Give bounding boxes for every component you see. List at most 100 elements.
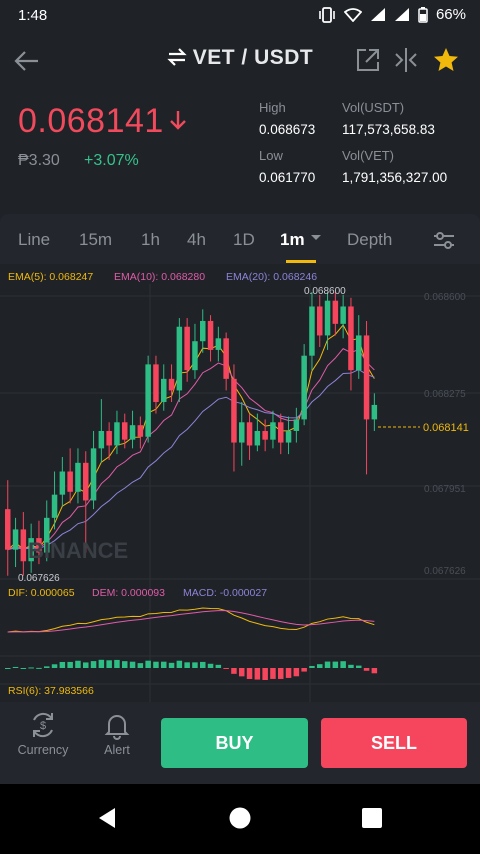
price-summary: 0.068141 ₱3.30 +3.07% High 0.068673 Low …	[0, 90, 480, 210]
bell-icon	[104, 715, 130, 740]
signal-icon-2	[394, 8, 409, 21]
macd-bar	[207, 663, 214, 668]
compare-icon[interactable]	[392, 46, 420, 74]
dropdown-caret-icon	[310, 235, 321, 240]
macd-bar	[200, 661, 206, 668]
candle-body	[270, 422, 276, 440]
tab-4h[interactable]: 4h	[187, 230, 206, 250]
wifi-icon	[343, 7, 362, 22]
nav-home-icon[interactable]	[228, 806, 252, 830]
favorite-star-icon[interactable]	[432, 46, 460, 74]
vol-vet-label: Vol(VET)	[342, 148, 395, 163]
candle-body	[246, 422, 253, 446]
nav-back-icon[interactable]	[95, 806, 119, 830]
candle-body	[168, 378, 175, 391]
price-change: +3.07%	[84, 152, 139, 169]
bottom-action-bar: $ Currency Alert BUY SELL	[0, 702, 480, 784]
macd-bar	[254, 668, 261, 680]
macd-bar	[5, 668, 11, 669]
tab-depth[interactable]: Depth	[347, 230, 392, 250]
tab-line[interactable]: Line	[18, 230, 50, 250]
macd-bar	[285, 668, 292, 678]
candle-body	[371, 404, 378, 420]
external-link-icon[interactable]	[354, 46, 382, 74]
macd-bar	[270, 668, 276, 679]
macd-bar	[262, 668, 268, 680]
candle-body	[239, 422, 245, 443]
tab-1m[interactable]: 1m	[280, 230, 322, 250]
candle-body	[285, 430, 292, 443]
macd-bar	[168, 662, 175, 668]
macd-bar	[75, 660, 81, 668]
macd-bar	[90, 661, 97, 668]
kline-svg[interactable]: BINANCE 0.068141 0.068600 0.068275 0.067…	[0, 264, 480, 702]
macd-bar	[332, 661, 339, 668]
candle-body	[293, 419, 300, 431]
candle-body	[153, 364, 159, 403]
rsi-legend: RSI(6): 37.983566	[8, 685, 94, 697]
macd-bar	[51, 664, 58, 668]
interval-tabs: Line 15m 1h 4h 1D 1m Depth	[0, 214, 480, 264]
macd-bar	[36, 667, 42, 669]
battery-percent: 66%	[435, 6, 466, 23]
macd-bar	[83, 662, 89, 668]
tab-1d[interactable]: 1D	[233, 230, 255, 250]
candle-body	[340, 306, 346, 324]
status-time: 1:48	[18, 7, 48, 24]
tab-1h[interactable]: 1h	[141, 230, 160, 250]
vol-usdt-value: 117,573,658.83	[342, 122, 435, 137]
nav-recents-icon[interactable]	[361, 807, 383, 829]
candles	[5, 292, 378, 576]
dif-legend: DIF: 0.000065	[8, 587, 75, 599]
currency-convert-icon: $	[33, 712, 53, 738]
vibrate-icon	[319, 6, 335, 23]
svg-text:$: $	[40, 720, 46, 732]
ema10-legend: EMA(10): 0.068280	[114, 271, 205, 283]
macd-panel	[5, 607, 378, 680]
currency-label: Currency	[17, 743, 69, 757]
macd-bar	[28, 667, 34, 669]
active-tab-underline	[286, 260, 316, 263]
candle-body	[215, 338, 222, 350]
low-value: 0.061770	[259, 170, 316, 185]
dif-line	[7, 607, 375, 633]
chart-settings-icon[interactable]	[432, 231, 456, 251]
candle-body	[184, 326, 190, 371]
min-price-label: 0.067626	[18, 573, 60, 584]
candle-body	[301, 355, 307, 420]
high-value: 0.068673	[259, 122, 316, 137]
candle-body	[324, 300, 331, 336]
sell-button[interactable]: SELL	[321, 718, 467, 768]
kline-chart[interactable]: BINANCE 0.068141 0.068600 0.068275 0.067…	[0, 264, 480, 702]
macd-legend: MACD: -0.000027	[183, 587, 267, 599]
candle-body	[98, 430, 105, 449]
axis-label-4: 0.067626	[424, 566, 466, 577]
candle-body	[51, 494, 58, 518]
candle-body	[262, 430, 268, 440]
axis-label-2: 0.068275	[424, 389, 466, 400]
macd-bar	[371, 668, 378, 674]
macd-bar	[98, 659, 105, 668]
macd-bar	[20, 667, 27, 669]
alert-button[interactable]: Alert	[87, 710, 147, 757]
gridlines	[0, 284, 480, 702]
candle-body	[309, 306, 315, 356]
macd-bar	[278, 668, 284, 679]
macd-bar	[293, 668, 300, 677]
ema20-legend: EMA(20): 0.068246	[226, 271, 317, 283]
down-arrow-icon	[169, 111, 186, 130]
macd-bar	[59, 661, 66, 668]
currency-button[interactable]: $ Currency	[13, 710, 73, 757]
candle-body	[114, 422, 120, 446]
candle-body	[254, 430, 261, 446]
candle-body	[231, 378, 237, 443]
candle-body	[83, 462, 89, 501]
system-navigation-bar	[0, 784, 480, 854]
candle-body	[278, 422, 284, 443]
buy-button[interactable]: BUY	[161, 718, 308, 768]
macd-bar	[153, 661, 159, 668]
dem-legend: DEM: 0.000093	[92, 587, 165, 599]
vol-usdt-label: Vol(USDT)	[342, 100, 405, 115]
candle-body	[145, 364, 151, 437]
tab-15m[interactable]: 15m	[79, 230, 112, 250]
